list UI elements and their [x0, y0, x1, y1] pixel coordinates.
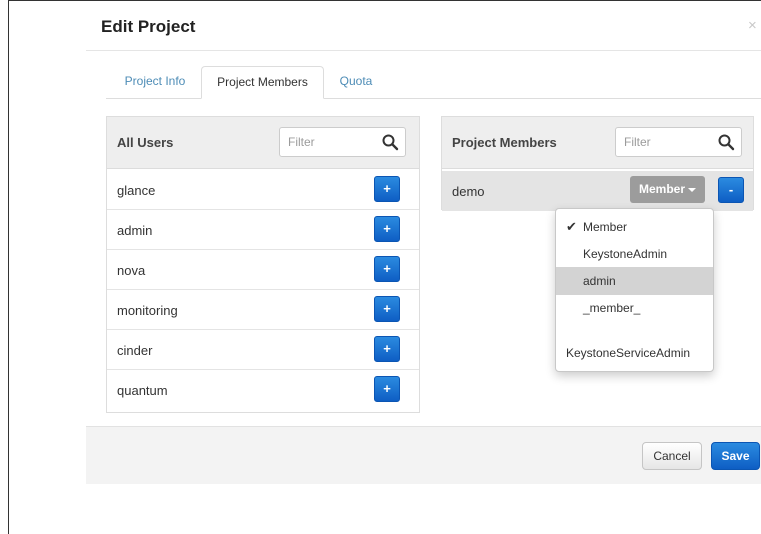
add-member-button[interactable]: +	[374, 336, 400, 362]
user-name: monitoring	[117, 303, 178, 318]
user-row: cinder +	[107, 330, 419, 370]
role-option-label: admin	[583, 274, 616, 288]
all-users-filter	[279, 127, 406, 157]
project-members-filter	[615, 127, 742, 157]
user-name: admin	[117, 223, 153, 238]
window-border-left	[8, 0, 9, 534]
search-icon[interactable]	[717, 133, 735, 151]
add-member-button[interactable]: +	[374, 176, 400, 202]
check-icon: ✔	[566, 219, 577, 234]
user-name: quantum	[117, 383, 168, 398]
add-member-button[interactable]: +	[374, 296, 400, 322]
project-members-panel: Project Members demo Member -	[441, 116, 754, 211]
user-row: nova +	[107, 250, 419, 290]
search-icon[interactable]	[381, 133, 399, 151]
add-member-button[interactable]: +	[374, 256, 400, 282]
tab-project-info[interactable]: Project Info	[110, 66, 200, 99]
tab-quota[interactable]: Quota	[330, 66, 382, 99]
user-row: monitoring +	[107, 290, 419, 330]
role-dropdown-menu: ✔ Member KeystoneAdmin admin _member_ Ke…	[555, 208, 714, 372]
title-divider	[86, 50, 761, 51]
user-name: glance	[117, 183, 156, 198]
user-row: glance +	[107, 170, 419, 210]
user-row: quantum +	[107, 370, 419, 410]
role-option-label: KeystoneServiceAdmin	[566, 346, 691, 360]
all-users-header: All Users	[107, 117, 419, 169]
window-border-top	[8, 0, 761, 1]
project-members-title: Project Members	[452, 135, 557, 150]
remove-member-button[interactable]: -	[718, 177, 744, 203]
role-option-keystoneadmin[interactable]: KeystoneAdmin	[556, 240, 713, 268]
role-label: Member	[639, 182, 686, 196]
role-option-keystoneserviceadmin[interactable]: KeystoneServiceAdmin	[556, 339, 713, 367]
project-members-header: Project Members	[442, 117, 753, 169]
user-name: nova	[117, 263, 146, 278]
tab-project-members[interactable]: Project Members	[201, 66, 324, 99]
cancel-button[interactable]: Cancel	[642, 442, 702, 470]
role-dropdown-button[interactable]: Member	[630, 176, 705, 203]
user-row: admin +	[107, 210, 419, 250]
add-member-button[interactable]: +	[374, 216, 400, 242]
member-row: demo Member -	[442, 171, 753, 211]
caret-down-icon	[688, 188, 696, 192]
role-option-label: _member_	[583, 301, 641, 315]
save-button[interactable]: Save	[711, 442, 760, 470]
member-name: demo	[452, 184, 485, 199]
role-option-member[interactable]: ✔ Member	[556, 213, 713, 241]
close-icon[interactable]: ×	[748, 17, 757, 35]
role-option-member-underscore[interactable]: _member_	[556, 294, 713, 322]
all-users-filter-input[interactable]	[280, 128, 372, 156]
project-members-filter-input[interactable]	[616, 128, 708, 156]
user-name: cinder	[117, 343, 153, 358]
all-users-panel: All Users glance + admin + nova + monito…	[106, 116, 420, 413]
all-users-title: All Users	[117, 135, 174, 150]
add-member-button[interactable]: +	[374, 376, 400, 402]
role-option-label: KeystoneAdmin	[583, 247, 668, 261]
dialog-title: Edit Project	[101, 17, 196, 36]
role-option-label: Member	[583, 220, 628, 234]
role-option-admin[interactable]: admin	[556, 267, 713, 295]
